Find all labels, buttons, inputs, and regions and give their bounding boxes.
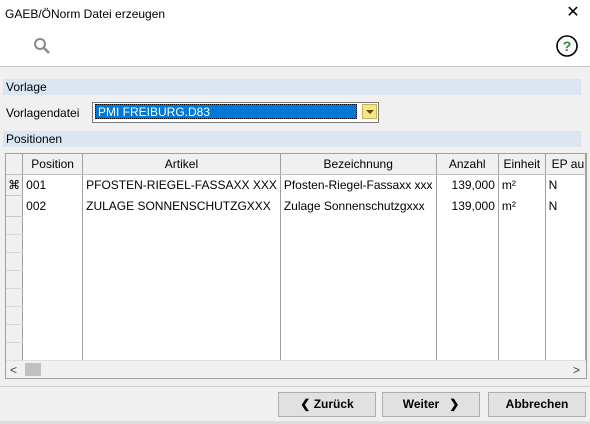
window-title: GAEB/ÖNorm Datei erzeugen [5, 7, 166, 21]
cell-position[interactable]: 002 [22, 195, 84, 217]
toolbar: ? [0, 28, 590, 66]
back-button[interactable]: ❮ Zurück [278, 392, 376, 417]
row-indicator [6, 288, 24, 307]
cell-bezeichnung[interactable]: Pfosten-Riegel-Fassaxx xxx [280, 174, 437, 196]
empty-row [6, 234, 586, 253]
close-icon[interactable]: ✕ [564, 4, 582, 22]
next-button-label: Weiter [402, 397, 440, 411]
cell-ep[interactable]: N [545, 195, 586, 217]
row-indicator [6, 216, 24, 235]
column-header-bezeichnung[interactable]: Bezeichnung [280, 154, 437, 175]
help-icon[interactable]: ? [556, 35, 578, 57]
row-indicator[interactable]: ⌘ [6, 174, 24, 196]
cell-einheit[interactable]: m² [498, 174, 546, 196]
svg-text:?: ? [563, 38, 572, 54]
empty-row [6, 342, 586, 361]
column-header-anzahl[interactable]: Anzahl [436, 154, 499, 175]
cell-artikel[interactable]: ZULAGE SONNENSCHUTZGXXX [82, 195, 281, 217]
section-header-vorlage: Vorlage [3, 79, 581, 95]
section-header-positionen: Positionen [3, 131, 581, 147]
cell-ep[interactable]: N [545, 174, 586, 196]
cell-einheit[interactable]: m² [498, 195, 546, 217]
row-indicator [6, 234, 24, 253]
chevron-right-icon: ❯ [449, 397, 460, 411]
scroll-right-icon[interactable]: > [573, 363, 580, 377]
row-indicator [6, 342, 24, 361]
scroll-left-icon[interactable]: < [10, 363, 17, 377]
table-row[interactable]: 002 ZULAGE SONNENSCHUTZGXXX Zulage Sonne… [6, 195, 586, 217]
vorlagendatei-label: Vorlagendatei [6, 106, 80, 120]
cell-position[interactable]: 001 [22, 174, 84, 196]
cancel-button-label: Abbrechen [505, 397, 569, 411]
toolbar-divider [0, 66, 590, 67]
title-bar: GAEB/ÖNorm Datei erzeugen ✕ [0, 0, 590, 28]
row-indicator [6, 270, 24, 289]
next-button[interactable]: Weiter ❯ [382, 392, 480, 417]
grid-corner [6, 154, 24, 175]
grid-header-row: Position Artikel Bezeichnung Anzahl Einh… [6, 154, 586, 175]
row-indicator[interactable] [6, 195, 24, 217]
vorlagendatei-combobox[interactable]: PMI FREIBURG.D83 [92, 102, 379, 123]
search-icon[interactable] [33, 37, 51, 55]
column-header-ep[interactable]: EP au [545, 154, 586, 175]
vorlagendatei-value[interactable]: PMI FREIBURG.D83 [95, 104, 357, 119]
cancel-button[interactable]: Abbrechen [488, 392, 586, 417]
horizontal-scrollbar[interactable]: < > [6, 360, 586, 378]
column-header-einheit[interactable]: Einheit [498, 154, 546, 175]
scroll-thumb[interactable] [25, 363, 41, 376]
chevron-down-icon[interactable] [362, 104, 377, 119]
empty-row [6, 270, 586, 289]
cell-anzahl[interactable]: 139,000 [436, 174, 499, 196]
footer-divider [0, 386, 590, 387]
table-row[interactable]: ⌘ 001 PFOSTEN-RIEGEL-FASSAXX XXX Pfosten… [6, 174, 586, 196]
row-indicator [6, 324, 24, 343]
section-title-positionen: Positionen [6, 132, 63, 146]
column-header-position[interactable]: Position [22, 154, 84, 175]
positions-grid[interactable]: Position Artikel Bezeichnung Anzahl Einh… [5, 153, 587, 379]
back-button-label: Zurück [313, 397, 354, 411]
empty-row [6, 252, 586, 271]
empty-row [6, 306, 586, 325]
empty-row [6, 324, 586, 343]
empty-row [6, 288, 586, 307]
empty-row [6, 216, 586, 235]
cell-anzahl[interactable]: 139,000 [436, 195, 499, 217]
cell-bezeichnung[interactable]: Zulage Sonnenschutzgxxx [280, 195, 437, 217]
row-indicator [6, 306, 24, 325]
chevron-left-icon: ❮ [300, 397, 311, 411]
row-indicator [6, 252, 24, 271]
section-title-vorlage: Vorlage [6, 80, 47, 94]
cell-artikel[interactable]: PFOSTEN-RIEGEL-FASSAXX XXX [82, 174, 281, 196]
column-header-artikel[interactable]: Artikel [82, 154, 281, 175]
